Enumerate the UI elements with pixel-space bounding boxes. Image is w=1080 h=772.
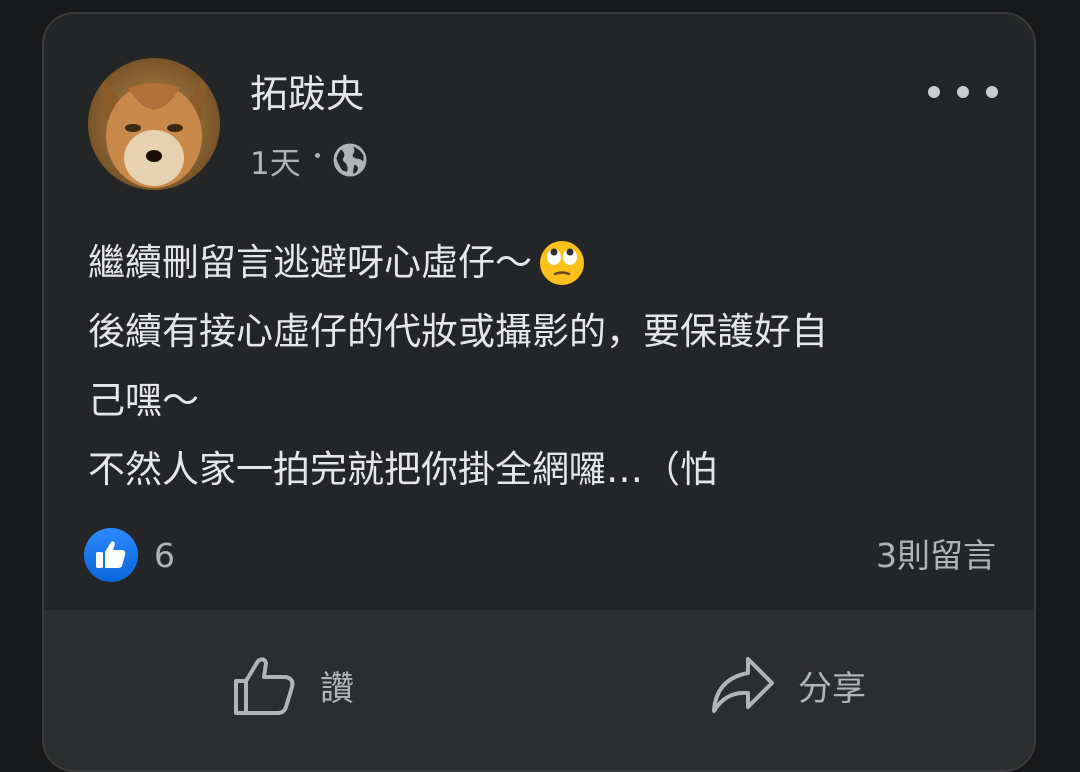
separator-dot bbox=[314, 152, 320, 158]
post-text-line-2: 後續有接心虛仔的代妝或攝影的，要保護好自 bbox=[88, 310, 828, 353]
author-name[interactable]: 拓跋央 bbox=[250, 70, 364, 118]
post-time[interactable]: 1天 bbox=[250, 138, 301, 183]
post-text-line-3: 己嘿～ bbox=[88, 379, 199, 422]
face-with-rolling-eyes-emoji bbox=[540, 240, 584, 285]
like-button-label: 讚 bbox=[320, 668, 354, 709]
more-icon-dot bbox=[928, 86, 940, 98]
post-text-line: 繼續刪留言逃避呀心虛仔～ bbox=[88, 228, 988, 297]
post-action-bar: 讚 分享 bbox=[44, 610, 1034, 770]
post-text-line-4: 不然人家一拍完就把你掛全網囉…（怕 bbox=[88, 448, 717, 491]
fox-avatar-image bbox=[88, 58, 220, 190]
post-text: 繼續刪留言逃避呀心虛仔～ 後續有接心虛仔的代妝或攝影的，要保護好自 己嘿～ 不然… bbox=[88, 228, 988, 504]
more-options-button[interactable] bbox=[928, 74, 998, 110]
comment-count-link[interactable]: 3則留言 bbox=[876, 536, 996, 576]
like-reaction-icon[interactable] bbox=[84, 528, 138, 582]
author-avatar[interactable] bbox=[88, 58, 220, 190]
thumbs-up-icon bbox=[234, 657, 295, 715]
post-card: 拓跋央 1天 繼續刪留言逃避呀心虛仔～ 後續有接心虛仔的代妝或攝影的，要保護好自… bbox=[42, 12, 1036, 772]
like-count[interactable]: 6 bbox=[154, 536, 175, 576]
share-button-label: 分享 bbox=[798, 668, 866, 709]
more-icon-dot bbox=[957, 86, 969, 98]
more-icon-dot bbox=[986, 86, 998, 98]
share-arrow-icon bbox=[712, 657, 774, 713]
post-meta: 1天 bbox=[250, 138, 368, 182]
post-text-line-1: 繼續刪留言逃避呀心虛仔～ bbox=[88, 241, 532, 284]
post-stats: 6 3則留言 bbox=[84, 528, 996, 584]
like-button[interactable]: 讚 bbox=[230, 650, 354, 720]
share-button[interactable]: 分享 bbox=[708, 650, 866, 720]
globe-icon[interactable] bbox=[332, 142, 368, 178]
